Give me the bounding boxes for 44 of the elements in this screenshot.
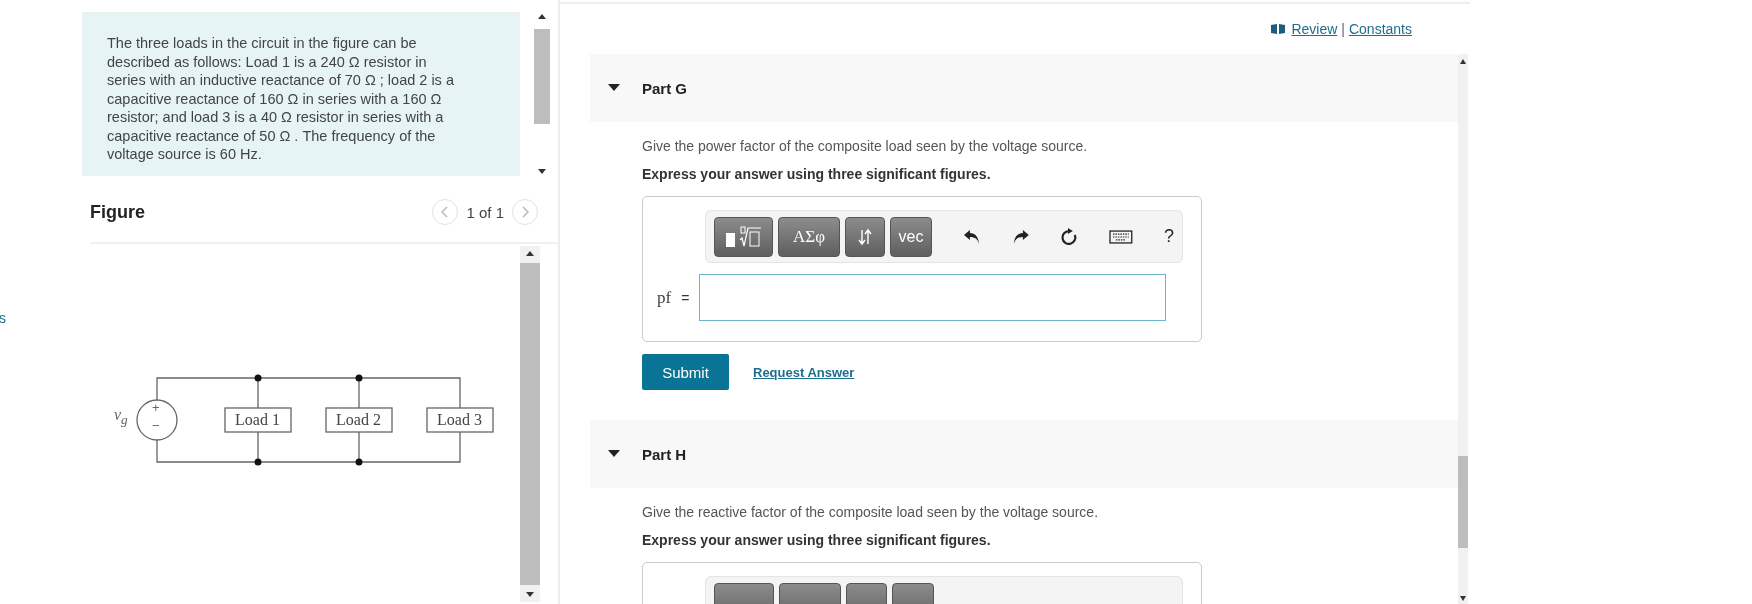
chevron-left-icon [440,206,451,218]
link[interactable]: s [0,310,6,326]
keyboard-icon[interactable] [1109,229,1133,244]
redo-icon[interactable] [1011,228,1030,245]
book-icon [1271,24,1286,34]
figure-title: Figure [90,201,145,223]
chevron-right-icon [520,206,530,218]
greek-button[interactable]: ΑΣφ [778,216,840,257]
load-label: Load 1 [235,410,280,430]
plus-sign: + [152,401,160,415]
part-header[interactable]: Part G [590,54,1458,122]
template-button[interactable] [714,216,774,257]
scrollbar[interactable] [520,246,540,602]
problem-text: The three loads in the circuit in the figure can be described as follows: Load 1 is a 240 Ω resistor in series with an inductive reactance of 70 Ω ; load 2 is a capacitive reactance of 160 Ω in series with a 160 Ω resistor; and load 3 is a 40 Ω resistor in series with a capacitive reactance of 50 Ω . The frequency of the voltage source is 60 Hz. [107,34,455,164]
vector-button[interactable]: vec [890,216,932,257]
variable-label: pf [657,287,672,308]
root-template-icon [723,223,764,250]
help-button[interactable]: ? [1163,226,1174,247]
request-answer-link[interactable]: Request Answer [753,364,855,380]
load-label: Load 2 [336,410,381,430]
undo-icon[interactable] [962,228,981,245]
load-label: Load 3 [437,410,482,430]
caret-icon[interactable] [608,84,620,92]
constants-link[interactable]: Constants [1348,21,1412,37]
equals-sign: = [681,289,690,306]
separator: | [1341,21,1345,37]
part-title: Part H [642,445,687,463]
instruction-text: Express your answer using three significant figures. [642,532,992,548]
minus-sign: − [152,419,160,433]
up-down-arrows-icon [857,227,873,246]
answer-field[interactable] [699,274,1167,321]
review-link[interactable]: Review [1291,21,1338,37]
question-text: Give the reactive factor of the composite load seen by the voltage source. [642,504,1100,520]
scrollbar[interactable] [1458,54,1468,604]
instruction-text: Express your answer using three significant figures. [642,166,992,182]
part-header[interactable]: Part H [590,420,1458,488]
page-counter: 1 of 1 [466,203,504,221]
part-title: Part G [642,79,687,97]
reset-icon[interactable] [1060,227,1079,246]
question-text: Give the power factor of the composite load seen by the voltage source. [642,138,1089,154]
source-label: v$_{g}$ [114,406,128,429]
submit-button[interactable]: Submit [642,354,729,390]
caret-icon[interactable] [608,450,620,458]
arrows-button[interactable] [844,216,886,257]
